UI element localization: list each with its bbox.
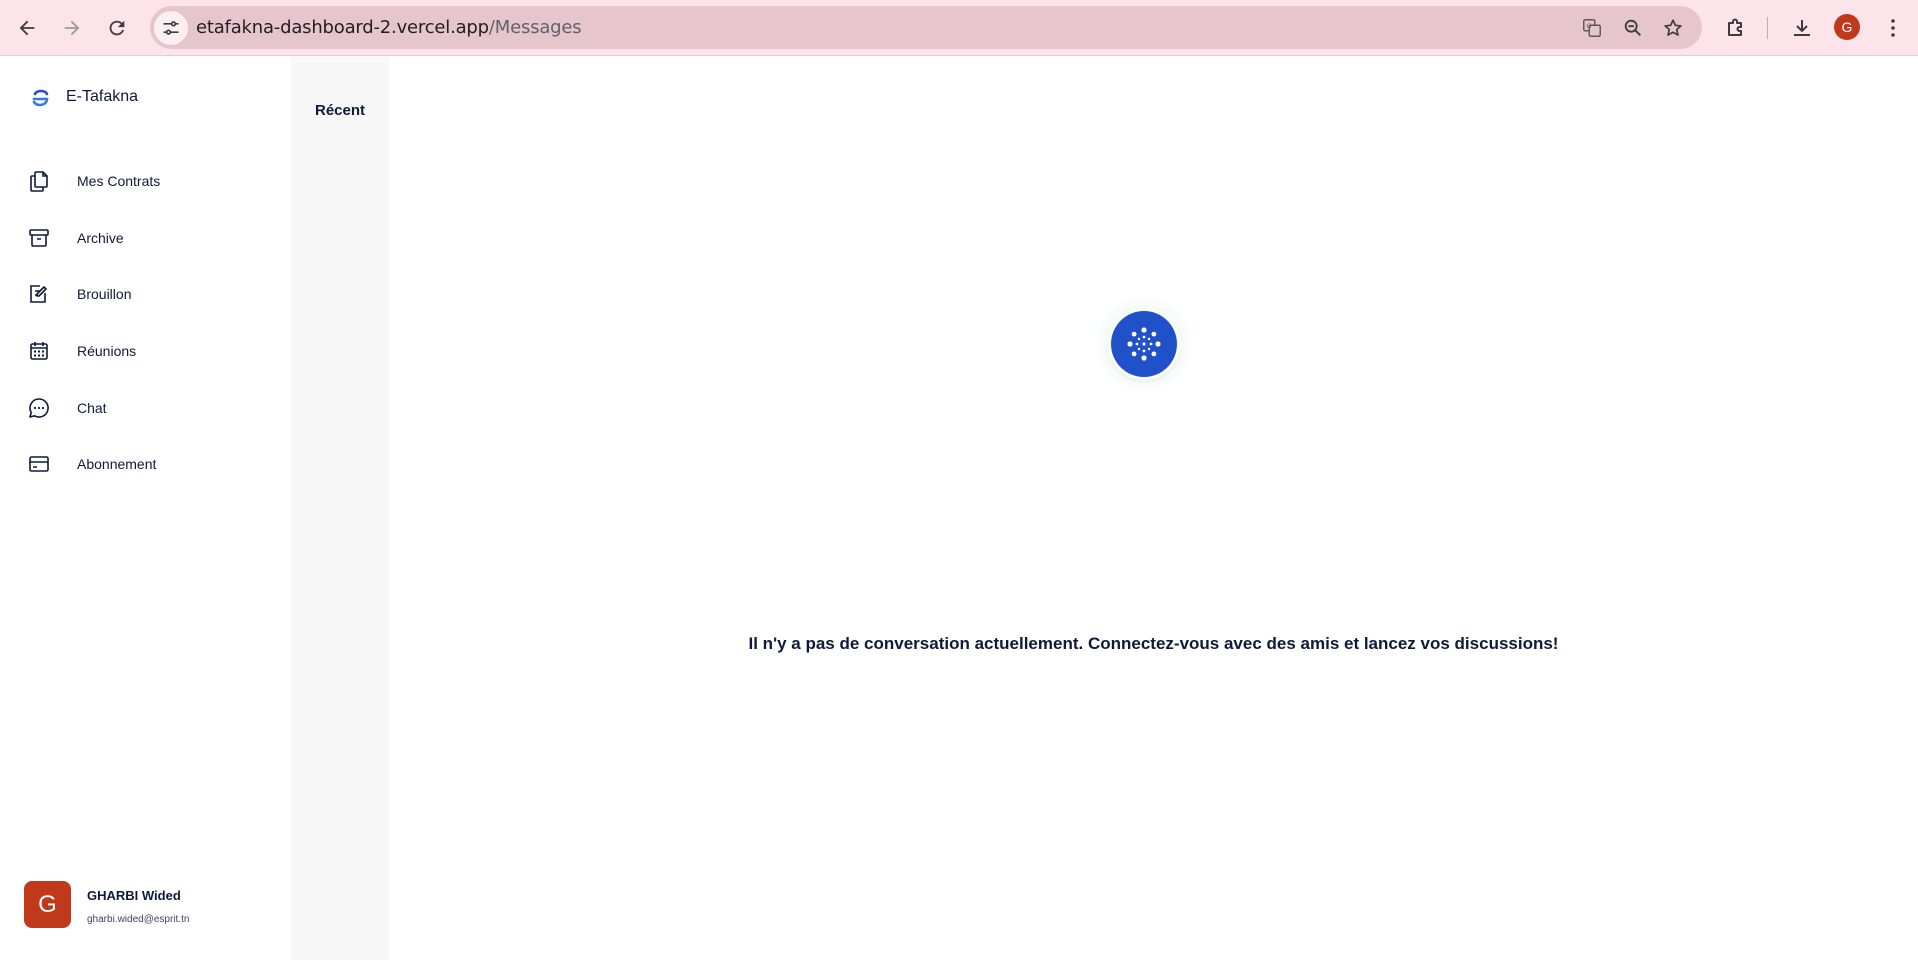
profile-avatar[interactable]: G — [1834, 14, 1860, 40]
downloads-button[interactable] — [1786, 12, 1818, 44]
user-name: GHARBI Wided — [87, 888, 181, 903]
site-info-button[interactable] — [154, 11, 188, 45]
user-profile-card[interactable]: G GHARBI Wided gharbi.wided@esprit.tn — [24, 881, 284, 931]
more-vertical-icon — [1891, 19, 1895, 37]
translate-button[interactable]: G — [1578, 14, 1606, 42]
reload-icon — [109, 20, 125, 36]
sidebar-item-label: Réunions — [77, 343, 137, 359]
brand[interactable]: E-Tafakna — [30, 85, 138, 109]
sidebar-item-brouillon[interactable]: Brouillon — [26, 274, 266, 314]
sidebar-item-reunions[interactable]: Réunions — [26, 331, 266, 371]
forward-arrow-icon — [64, 20, 80, 36]
etafakna-logo-icon — [32, 89, 49, 107]
svg-text:G: G — [1587, 22, 1592, 30]
sidebar: E-Tafakna Mes Contrats Archive Brouillon… — [0, 57, 291, 960]
back-button[interactable] — [9, 10, 45, 46]
url-text[interactable]: etafakna-dashboard-2.vercel.app/Messages — [196, 17, 582, 39]
forward-button[interactable] — [54, 10, 90, 46]
user-email: gharbi.wided@esprit.tn — [87, 914, 190, 925]
conversation-list: Récent — [291, 57, 389, 960]
toolbar-divider — [1767, 17, 1768, 39]
contracts-icon — [26, 168, 52, 194]
sidebar-item-label: Abonnement — [77, 456, 157, 472]
translate-icon: G — [1583, 19, 1601, 37]
avatar: G — [24, 881, 71, 928]
empty-state-message: Il n'y a pas de conversation actuellemen… — [748, 634, 1559, 653]
calendar-icon — [26, 338, 52, 364]
sidebar-item-mes-contrats[interactable]: Mes Contrats — [26, 161, 266, 201]
reload-button[interactable] — [99, 10, 135, 46]
loading-icon — [1111, 311, 1177, 377]
chat-icon — [26, 395, 52, 421]
zoom-button[interactable] — [1619, 14, 1647, 42]
browser-menu-button[interactable] — [1877, 12, 1909, 44]
sidebar-item-archive[interactable]: Archive — [26, 218, 266, 258]
bookmark-button[interactable] — [1659, 14, 1687, 42]
sidebar-item-abonnement[interactable]: Abonnement — [26, 444, 266, 484]
draft-icon — [26, 281, 52, 307]
star-icon — [1664, 19, 1682, 36]
sidebar-item-label: Brouillon — [77, 286, 132, 302]
puzzle-icon — [1728, 18, 1742, 36]
brand-name: E-Tafakna — [66, 88, 139, 105]
url-path: /Messages — [488, 17, 582, 38]
chat-main-area: Il n'y a pas de conversation actuellemen… — [389, 57, 1918, 960]
recent-heading: Récent — [315, 102, 366, 119]
address-bar[interactable]: etafakna-dashboard-2.vercel.app/Messages… — [150, 6, 1702, 49]
download-icon — [1794, 20, 1810, 36]
archive-icon — [26, 225, 52, 251]
back-arrow-icon — [19, 20, 35, 36]
extensions-button[interactable] — [1720, 12, 1752, 44]
tune-icon — [163, 21, 179, 35]
sidebar-item-label: Mes Contrats — [77, 173, 161, 189]
url-host: etafakna-dashboard-2.vercel.app — [196, 17, 489, 38]
sidebar-item-chat[interactable]: Chat — [26, 388, 266, 428]
sidebar-item-label: Chat — [77, 400, 107, 416]
empty-state-illustration — [1095, 295, 1193, 393]
sidebar-item-label: Archive — [77, 230, 124, 246]
zoom-icon — [1624, 19, 1641, 36]
credit-card-icon — [26, 451, 52, 477]
browser-toolbar: etafakna-dashboard-2.vercel.app/Messages… — [0, 0, 1918, 56]
